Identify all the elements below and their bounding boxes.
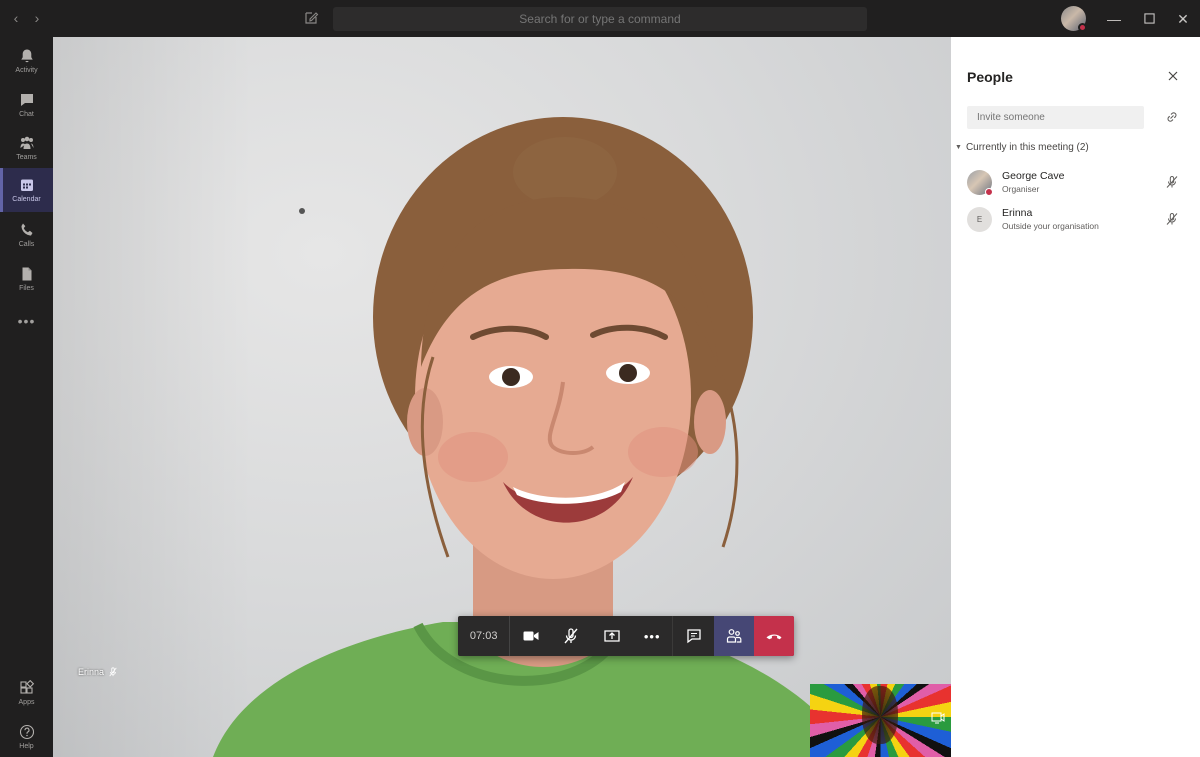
call-controls-bar: 07:03 •••	[458, 616, 794, 656]
close-panel-icon[interactable]	[1166, 69, 1180, 83]
more-actions-button[interactable]: •••	[632, 616, 673, 656]
maximize-icon[interactable]	[1138, 8, 1160, 30]
participant-name: George Cave	[1002, 170, 1065, 182]
mic-off-icon	[564, 628, 578, 644]
self-video-preview[interactable]	[810, 684, 951, 757]
avatar	[967, 169, 993, 196]
more-apps-icon[interactable]: •••	[0, 313, 53, 329]
show-conversation-button[interactable]	[673, 616, 714, 656]
participant-name: Erinna	[78, 667, 105, 677]
chat-icon	[20, 94, 33, 106]
mute-button[interactable]	[551, 616, 592, 656]
chat-icon	[687, 629, 701, 644]
section-label: Currently in this meeting (2)	[965, 142, 1089, 153]
participant-name: Erinna	[1002, 207, 1033, 219]
profile-avatar[interactable]	[1061, 6, 1087, 32]
show-participants-button[interactable]	[713, 616, 755, 656]
appbar-item-calendar[interactable]: Calendar	[0, 168, 53, 212]
forward-arrow-icon[interactable]: ›	[29, 10, 45, 26]
panel-title: People	[967, 69, 1013, 85]
appbar-item-apps[interactable]: Apps	[0, 671, 53, 715]
participant-role: Organiser	[1002, 184, 1040, 194]
participant-item[interactable]: George Cave Organiser	[967, 167, 1187, 197]
camera-button[interactable]	[510, 616, 551, 656]
appbar-label: Help	[19, 743, 34, 750]
compose-icon[interactable]	[303, 10, 319, 26]
phone-icon	[21, 223, 32, 236]
call-timer: 07:03	[458, 616, 511, 656]
participant-role: Outside your organisation	[1002, 221, 1099, 231]
more-icon: •••	[643, 628, 661, 644]
help-icon	[19, 724, 34, 740]
hang-up-icon	[766, 634, 782, 640]
search-input[interactable]	[333, 7, 867, 31]
file-icon	[22, 267, 31, 281]
title-bar: ‹ › — ✕	[0, 0, 1200, 37]
appbar-item-calls[interactable]: Calls	[0, 213, 53, 257]
close-window-icon[interactable]: ✕	[1172, 8, 1194, 30]
appbar-label: Calls	[18, 241, 35, 248]
appbar-item-activity[interactable]: Activity	[0, 39, 53, 83]
invite-someone-input[interactable]	[967, 106, 1144, 129]
appbar-label: Chat	[19, 111, 34, 118]
appbar-label: Activity	[15, 67, 38, 74]
apps-icon	[19, 680, 34, 694]
share-screen-icon	[604, 630, 620, 642]
mic-muted-icon	[109, 667, 117, 677]
participant-name-tag: Erinna	[78, 667, 118, 677]
bell-icon	[20, 49, 33, 63]
minimize-icon[interactable]: —	[1103, 8, 1125, 30]
video-camera-icon	[523, 631, 539, 641]
share-screen-button[interactable]	[591, 616, 632, 656]
copy-link-icon[interactable]	[1165, 110, 1179, 124]
self-face	[862, 686, 898, 744]
appbar-item-chat[interactable]: Chat	[0, 83, 53, 127]
section-currently-in-meeting[interactable]: ▼ Currently in this meeting (2)	[955, 142, 1089, 153]
participant-item[interactable]: E Erinna Outside your organisation	[967, 204, 1187, 234]
appbar-label: Teams	[16, 154, 37, 161]
appbar-label: Files	[19, 285, 34, 292]
people-icon	[727, 629, 742, 643]
appbar-item-files[interactable]: Files	[0, 257, 53, 301]
chevron-down-icon: ▼	[955, 144, 962, 151]
appbar-label: Apps	[18, 699, 35, 706]
camera-switch-icon[interactable]	[931, 712, 945, 724]
appbar-label: Calendar	[12, 196, 41, 203]
busy-status-icon	[985, 187, 993, 196]
appbar-item-teams[interactable]: Teams	[0, 126, 53, 170]
mic-muted-icon	[1166, 213, 1178, 225]
busy-status-icon	[1078, 23, 1087, 32]
back-arrow-icon[interactable]: ‹	[8, 10, 24, 26]
avatar: E	[967, 206, 992, 232]
app-bar: Activity Chat Teams Calendar Calls Files…	[0, 37, 53, 757]
teams-icon	[20, 136, 33, 149]
calendar-icon	[20, 179, 33, 191]
mic-muted-icon	[1166, 176, 1178, 188]
people-panel: People ▼ Currently in this meeting (2) G…	[951, 37, 1200, 757]
appbar-item-help[interactable]: Help	[0, 715, 53, 757]
hang-up-button[interactable]	[754, 616, 794, 656]
